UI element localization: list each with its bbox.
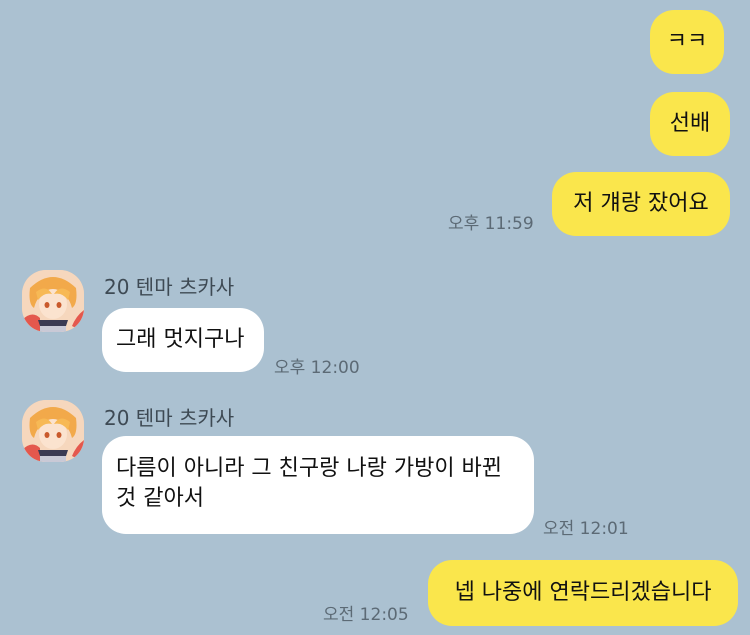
timestamp: 오후 12:00: [274, 358, 360, 378]
sender-name: 20 텐마 츠카사: [104, 275, 235, 299]
profile-avatar-icon: [22, 400, 84, 462]
timestamp: 오후 11:59: [448, 214, 534, 234]
my-message-bubble[interactable]: 넵 나중에 연락드리겠습니다: [428, 560, 738, 626]
sender-name: 20 텐마 츠카사: [104, 406, 235, 430]
message-text: 그래 멋지구나: [116, 327, 245, 352]
sender-avatar[interactable]: [22, 400, 84, 462]
sender-avatar[interactable]: [22, 270, 84, 332]
their-message-bubble[interactable]: 그래 멋지구나: [102, 308, 264, 372]
their-message-bubble[interactable]: 다름이 아니라 그 친구랑 나랑 가방이 바뀐 것 같아서: [102, 436, 534, 534]
my-message-bubble[interactable]: 선배: [650, 92, 730, 156]
profile-avatar-icon: [22, 270, 84, 332]
message-text: ㅋㅋ: [666, 29, 708, 54]
message-text-line: 것 같아서: [116, 486, 204, 511]
my-message-bubble[interactable]: 저 걔랑 잤어요: [552, 172, 730, 236]
timestamp: 오전 12:01: [543, 519, 629, 539]
message-text-line: 다름이 아니라 그 친구랑 나랑 가방이 바뀐: [116, 456, 503, 481]
message-text: 저 걔랑 잤어요: [573, 191, 709, 216]
timestamp: 오전 12:05: [323, 605, 409, 625]
message-text: 넵 나중에 연락드리겠습니다: [454, 580, 712, 605]
my-message-bubble[interactable]: ㅋㅋ: [650, 10, 724, 74]
message-text: 선배: [669, 111, 711, 136]
